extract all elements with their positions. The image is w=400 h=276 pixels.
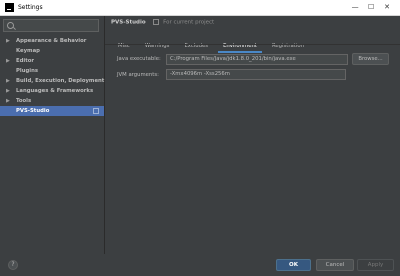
- sidebar-item-build-execution-deployment[interactable]: ▶ Build, Execution, Deployment: [0, 76, 104, 86]
- settings-sidebar: ▶ Appearance & Behavior Keymap ▶ Editor …: [0, 16, 105, 254]
- java-executable-field[interactable]: C:/Program Files/Java/jdk1.8.0_201/bin/j…: [166, 54, 348, 65]
- java-executable-label: Java executable:: [117, 56, 161, 62]
- cancel-button[interactable]: Cancel: [316, 259, 354, 271]
- jvm-arguments-field[interactable]: -Xmx4096m -Xss256m: [166, 69, 346, 80]
- chevron-right-icon[interactable]: ▶: [6, 96, 10, 106]
- settings-tree: ▶ Appearance & Behavior Keymap ▶ Editor …: [0, 36, 104, 116]
- chevron-right-icon[interactable]: ▶: [6, 36, 10, 46]
- sidebar-item-label: Appearance & Behavior: [16, 38, 87, 44]
- sidebar-item-label: Tools: [16, 98, 32, 104]
- tab-misc[interactable]: Misc: [113, 41, 135, 52]
- close-button[interactable]: ✕: [380, 0, 394, 15]
- tab-registration[interactable]: Registration: [267, 41, 309, 52]
- chevron-right-icon[interactable]: ▶: [6, 76, 10, 86]
- jvm-arguments-label: JVM arguments:: [117, 72, 159, 78]
- tabs-divider: [105, 44, 400, 45]
- help-button[interactable]: ?: [8, 260, 18, 270]
- window-title: Settings: [18, 4, 43, 11]
- tab-warnings[interactable]: Warnings: [140, 41, 175, 52]
- chevron-right-icon[interactable]: ▶: [6, 86, 10, 96]
- sidebar-item-appearance-behavior[interactable]: ▶ Appearance & Behavior: [0, 36, 104, 46]
- settings-search-input[interactable]: [3, 19, 99, 32]
- browse-button[interactable]: Browse...: [352, 53, 389, 65]
- sidebar-item-label: Build, Execution, Deployment: [16, 78, 105, 84]
- chevron-right-icon[interactable]: ▶: [6, 56, 10, 66]
- project-scope-icon: [93, 108, 99, 114]
- maximize-button[interactable]: ☐: [364, 0, 378, 15]
- ok-button[interactable]: OK: [276, 259, 311, 271]
- sidebar-item-label: Editor: [16, 58, 35, 64]
- settings-content: PVS-Studio For current project Misc Warn…: [105, 16, 400, 254]
- search-icon: [7, 22, 14, 29]
- window-controls: — ☐ ✕: [348, 0, 394, 15]
- project-scope-icon: [153, 19, 160, 25]
- title-bar: Settings — ☐ ✕: [0, 0, 400, 16]
- tab-bar: Misc Warnings Excludes Environment Regis…: [113, 32, 309, 53]
- scope-label: For current project: [163, 19, 215, 26]
- breadcrumb: PVS-Studio For current project: [111, 19, 214, 26]
- apply-button[interactable]: Apply: [357, 259, 394, 271]
- sidebar-item-label: Keymap: [16, 48, 40, 54]
- tab-excludes[interactable]: Excludes: [179, 41, 213, 52]
- minimize-button[interactable]: —: [348, 0, 362, 15]
- dialog-footer: ? OK Cancel Apply: [0, 254, 400, 276]
- sidebar-item-languages-frameworks[interactable]: ▶ Languages & Frameworks: [0, 86, 104, 96]
- sidebar-item-label: Languages & Frameworks: [16, 88, 94, 94]
- sidebar-item-label: Plugins: [16, 68, 38, 74]
- sidebar-item-label: PVS-Studio: [16, 108, 50, 114]
- sidebar-item-pvs-studio[interactable]: PVS-Studio: [0, 106, 104, 116]
- sidebar-item-keymap[interactable]: Keymap: [0, 46, 104, 56]
- sidebar-item-tools[interactable]: ▶ Tools: [0, 96, 104, 106]
- sidebar-item-editor[interactable]: ▶ Editor: [0, 56, 104, 66]
- page-title: PVS-Studio: [111, 19, 146, 26]
- sidebar-item-plugins[interactable]: Plugins: [0, 66, 104, 76]
- intellij-app-icon: [5, 3, 14, 12]
- tab-environment[interactable]: Environment: [218, 41, 262, 53]
